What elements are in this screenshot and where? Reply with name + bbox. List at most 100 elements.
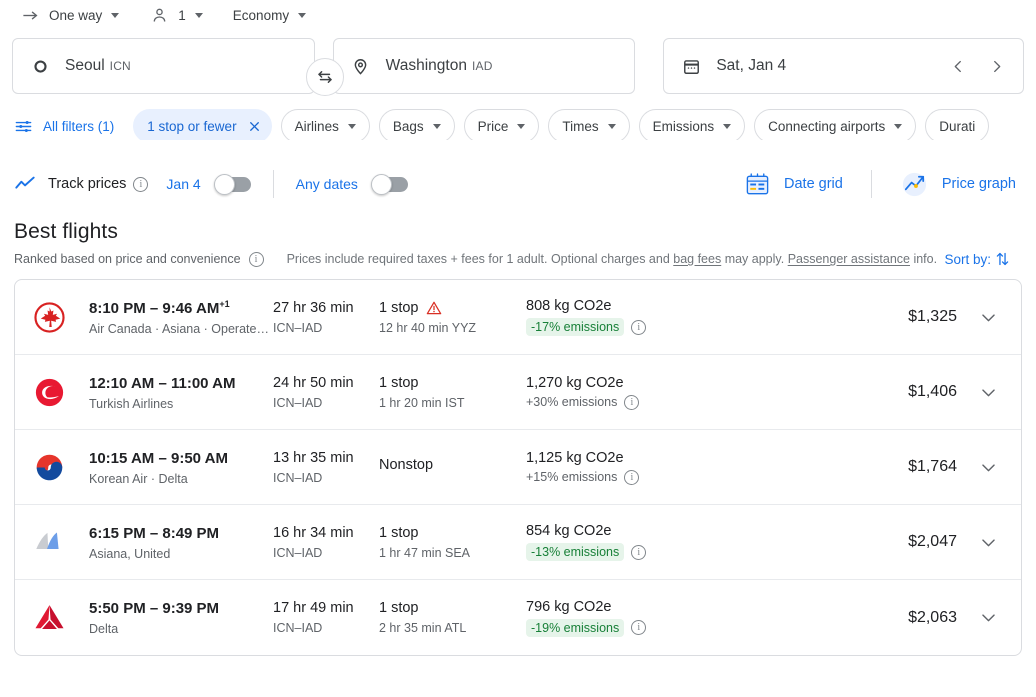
flight-price: $1,325 bbox=[908, 308, 957, 325]
expand-flight-button[interactable] bbox=[971, 308, 1005, 327]
trip-type-selector[interactable]: One way bbox=[14, 1, 125, 29]
price-graph-icon bbox=[902, 172, 926, 196]
duration-cell: 13 hr 35 min ICN–IAD bbox=[273, 450, 379, 485]
toggle-knob bbox=[213, 173, 235, 195]
previous-day-button[interactable] bbox=[943, 51, 973, 81]
price-cell: $1,406 bbox=[716, 383, 971, 401]
info-icon[interactable]: i bbox=[248, 251, 264, 267]
flight-times-cell: 10:15 AM – 9:50 AM Korean Air · Delta bbox=[89, 449, 273, 486]
info-icon[interactable]: i bbox=[133, 176, 149, 192]
emissions-delta-badge: -17% emissions bbox=[526, 318, 625, 336]
chevron-down-icon bbox=[981, 538, 995, 546]
table-row[interactable]: 10:15 AM – 9:50 AM Korean Air · Delta 13… bbox=[15, 430, 1021, 505]
duration-cell: 27 hr 36 min ICN–IAD bbox=[273, 300, 379, 335]
person-icon bbox=[149, 5, 169, 25]
origin-input[interactable]: Seoul ICN bbox=[12, 38, 315, 94]
table-row[interactable]: 8:10 PM – 9:46 AM+1 Air Canada · Asiana … bbox=[15, 280, 1021, 355]
divider bbox=[272, 170, 274, 198]
filter-chip-label: Connecting airports bbox=[768, 118, 886, 134]
price-graph-button[interactable]: Price graph bbox=[894, 166, 1022, 203]
air-canada-logo bbox=[34, 301, 65, 333]
emissions-comparison: -13% emissions i bbox=[526, 543, 716, 561]
info-icon[interactable]: i bbox=[631, 319, 647, 335]
price-cell: $2,063 bbox=[716, 609, 971, 627]
expand-flight-button[interactable] bbox=[971, 383, 1005, 402]
filter-chip-stops[interactable]: 1 stop or fewer bbox=[133, 109, 272, 140]
stops-label: 1 stop bbox=[379, 299, 419, 316]
chevron-down-icon bbox=[981, 463, 995, 471]
expand-flight-button[interactable] bbox=[971, 458, 1005, 477]
info-icon[interactable]: i bbox=[624, 394, 640, 410]
filter-chip-duration[interactable]: Durati bbox=[925, 109, 990, 140]
long-layover-warning-icon[interactable] bbox=[426, 300, 442, 316]
filter-chip-airlines[interactable]: Airlines bbox=[280, 109, 370, 140]
emissions-cell: 808 kg CO2e -17% emissions i bbox=[526, 298, 716, 336]
all-filters-button[interactable]: All filters (1) bbox=[14, 117, 124, 136]
stops-label: 1 stop bbox=[379, 374, 419, 391]
sort-arrows-icon bbox=[996, 252, 1009, 266]
date-grid-button[interactable]: Date grid bbox=[738, 167, 849, 202]
price-cell: $1,325 bbox=[716, 308, 971, 326]
bag-fees-link[interactable]: bag fees bbox=[673, 252, 721, 266]
any-dates-label[interactable]: Any dates bbox=[296, 176, 358, 192]
sort-by-button[interactable]: Sort by: bbox=[944, 251, 1022, 267]
departure-date-value: Sat, Jan 4 bbox=[716, 57, 787, 74]
flight-times-cell: 6:15 PM – 8:49 PM Asiana, United bbox=[89, 524, 273, 561]
flight-duration: 27 hr 36 min bbox=[273, 299, 354, 316]
flight-times: 5:50 PM – 9:39 PM bbox=[89, 599, 273, 617]
info-icon[interactable]: i bbox=[631, 544, 647, 560]
price-cell: $2,047 bbox=[716, 533, 971, 551]
emissions-cell: 1,270 kg CO2e +30% emissions i bbox=[526, 375, 716, 410]
stops-count: 1 stop bbox=[379, 600, 526, 616]
track-date-toggle[interactable] bbox=[213, 173, 251, 195]
info-icon[interactable]: i bbox=[624, 469, 640, 485]
expand-flight-button[interactable] bbox=[971, 533, 1005, 552]
cabin-class-label: Economy bbox=[232, 7, 290, 23]
flight-times-text: 12:10 AM – 11:00 AM bbox=[89, 374, 236, 392]
filter-sliders-icon bbox=[15, 120, 32, 132]
filter-chip-connecting-airports[interactable]: Connecting airports bbox=[754, 109, 917, 140]
stops-count: 1 stop bbox=[379, 375, 526, 391]
any-dates-toggle[interactable] bbox=[370, 173, 408, 195]
chevron-down-icon bbox=[607, 123, 616, 129]
layover-detail: 2 hr 35 min ATL bbox=[379, 621, 467, 635]
duration-cell: 17 hr 49 min ICN–IAD bbox=[273, 600, 379, 635]
airline-logo-cell bbox=[33, 376, 89, 409]
track-prices-bar: Track prices i Jan 4 Any dates Date grid bbox=[0, 156, 1036, 212]
table-row[interactable]: 5:50 PM – 9:39 PM Delta 17 hr 49 min ICN… bbox=[15, 580, 1021, 655]
destination-city: Washington bbox=[385, 57, 467, 74]
price-disclaimer: Prices include required taxes + fees for… bbox=[287, 252, 938, 266]
passenger-assistance-link[interactable]: Passenger assistance bbox=[788, 252, 910, 266]
sort-by-label: Sort by: bbox=[944, 251, 991, 267]
remove-filter-icon[interactable] bbox=[247, 119, 262, 134]
expand-flight-button[interactable] bbox=[971, 608, 1005, 627]
airline-names: Air Canada · Asiana · Operated by Air Ca… bbox=[89, 321, 271, 336]
departure-date-field[interactable]: Sat, Jan 4 bbox=[663, 38, 1024, 94]
flight-duration: 16 hr 34 min bbox=[273, 524, 354, 541]
swap-origin-destination-button[interactable] bbox=[306, 58, 344, 96]
airline-names: Turkish Airlines bbox=[89, 396, 174, 411]
filter-chip-price[interactable]: Price bbox=[463, 109, 540, 140]
chevron-down-icon bbox=[432, 123, 441, 129]
emissions-comparison: -17% emissions i bbox=[526, 318, 716, 336]
chevron-left-icon bbox=[954, 60, 961, 72]
passenger-selector[interactable]: 1 bbox=[143, 1, 209, 29]
table-row[interactable]: 12:10 AM – 11:00 AM Turkish Airlines 24 … bbox=[15, 355, 1021, 430]
korean-air-logo bbox=[36, 454, 63, 480]
cabin-class-selector[interactable]: Economy bbox=[227, 1, 312, 29]
stops-cell: 1 stop 1 hr 20 min IST bbox=[379, 375, 526, 410]
swap-arrows-icon bbox=[318, 71, 332, 83]
track-date-label[interactable]: Jan 4 bbox=[166, 176, 200, 192]
stops-cell: Nonstop bbox=[379, 457, 526, 478]
info-icon[interactable]: i bbox=[631, 620, 647, 635]
next-day-button[interactable] bbox=[981, 51, 1011, 81]
filter-chip-bags[interactable]: Bags bbox=[378, 109, 455, 140]
location-pin-icon bbox=[350, 55, 372, 77]
table-row[interactable]: 6:15 PM – 8:49 PM Asiana, United 16 hr 3… bbox=[15, 505, 1021, 580]
chevron-down-icon bbox=[517, 123, 526, 129]
filter-chip-times[interactable]: Times bbox=[548, 109, 630, 140]
flight-route: ICN–IAD bbox=[273, 320, 323, 335]
flight-price: $1,764 bbox=[908, 458, 957, 475]
filter-chip-emissions[interactable]: Emissions bbox=[638, 109, 746, 140]
destination-input[interactable]: Washington IAD bbox=[332, 38, 636, 94]
